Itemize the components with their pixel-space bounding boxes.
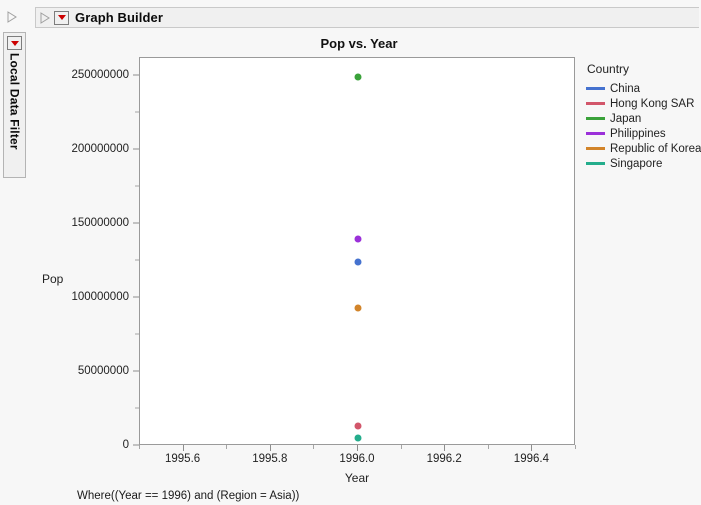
x-tick-mark [269,445,271,451]
data-point[interactable] [354,422,362,430]
x-axis: 1995.6 1995.8 1996.0 1996.2 1996.4 Year [139,445,576,491]
legend-title: Country [587,62,630,76]
x-axis-title: Year [344,471,370,485]
panel-menu-icon[interactable] [54,10,69,25]
data-point[interactable] [354,73,362,81]
legend-item-label: Republic of Korea [610,142,701,155]
x-tick-label: 1996.4 [513,453,549,465]
legend-color-swatch [586,147,605,150]
legend-item[interactable]: Philippines [586,126,701,141]
y-tick-label: 100000000 [71,290,129,303]
legend-item-label: China [610,82,641,95]
graph-builder-titlebar: Graph Builder [35,7,699,28]
data-point[interactable] [354,434,362,442]
legend-item[interactable]: Republic of Korea [586,141,701,156]
x-tick-mark-minor [226,445,228,449]
local-data-filter-label: Local Data Filter [7,53,22,150]
x-tick-mark [531,445,533,451]
plot-frame[interactable] [139,57,575,445]
legend: Country China Hong Kong SAR Japan Philippin… [586,62,701,171]
x-tick-mark [444,445,446,451]
data-point[interactable] [354,235,362,243]
legend-color-swatch [586,102,605,105]
legend-item-label: Singapore [610,157,663,170]
x-tick-mark-minor [139,445,140,449]
panel-title: Graph Builder [75,10,163,25]
chart-container: Pop vs. Year Pop 0 50000000 100000000 15000… [36,29,701,505]
y-tick-label: 50000000 [77,364,129,377]
x-tick-mark [182,445,184,451]
legend-item[interactable]: Singapore [586,156,701,171]
x-tick-mark [357,445,358,451]
x-tick-mark-minor [487,445,489,449]
x-tick-mark-minor [313,445,315,449]
legend-color-swatch [586,117,605,120]
legend-item-label: Japan [610,112,642,125]
local-data-filter-menu-icon[interactable] [7,36,22,50]
legend-item[interactable]: Japan [586,111,701,126]
y-tick-label: 0 [122,439,129,451]
where-clause-label: Where((Year == 1996) and (Region = Asia)… [77,490,300,502]
data-point[interactable] [354,304,362,312]
legend-color-swatch [586,132,605,135]
legend-item-label: Hong Kong SAR [610,97,695,110]
chart-title: Pop vs. Year [320,36,398,51]
legend-item[interactable]: Hong Kong SAR [586,96,701,111]
y-tick-label: 200000000 [71,142,129,155]
legend-item[interactable]: China [586,81,701,96]
graph-builder-window: Local Data Filter Graph Builder Pop vs. … [0,0,701,505]
x-tick-label: 1996.0 [339,453,375,465]
sidebar-expander-icon[interactable] [7,10,17,23]
legend-item-label: Philippines [610,127,666,140]
y-axis: Pop 0 50000000 100000000 150000000 200000000… [36,57,139,451]
local-data-filter-tab[interactable]: Local Data Filter [3,32,26,178]
data-point[interactable] [354,258,362,266]
x-tick-label: 1996.2 [426,453,462,465]
y-axis-title: Pop [42,272,64,286]
x-tick-label: 1995.6 [165,453,201,465]
legend-color-swatch [586,87,605,90]
y-tick-label: 150000000 [71,216,129,229]
y-tick-label: 250000000 [71,68,129,81]
x-tick-mark-minor [400,445,402,449]
legend-color-swatch [586,162,605,165]
panel-disclosure-icon[interactable] [40,11,50,24]
x-tick-mark-minor [575,445,576,449]
x-tick-label: 1995.8 [252,453,288,465]
